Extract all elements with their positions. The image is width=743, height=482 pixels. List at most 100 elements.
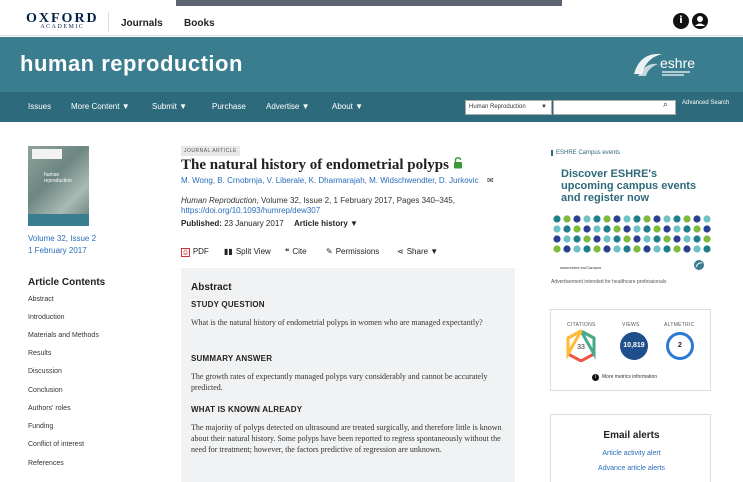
- issue-date[interactable]: 1 February 2017: [28, 245, 96, 257]
- oxford-academic-logo[interactable]: OXFORD ACADEMIC: [26, 12, 99, 31]
- ad-dot: [633, 245, 641, 253]
- info-icon: i: [592, 374, 599, 381]
- ad-dot: [583, 225, 591, 233]
- contents-item-results[interactable]: Results: [28, 350, 51, 357]
- ad-dot: [563, 235, 571, 243]
- citation-details: , Volume 32, Issue 2, 1 February 2017, P…: [256, 196, 455, 205]
- ad-dot: [593, 225, 601, 233]
- published-date: 23 January 2017: [224, 219, 284, 228]
- ad-dot: [663, 225, 671, 233]
- study-question-heading: STUDY QUESTION: [191, 300, 265, 309]
- journal-cover-image[interactable]: human reproduction: [28, 146, 89, 226]
- cite-icon: ❝: [285, 247, 290, 256]
- doi-link[interactable]: https://doi.org/10.1093/humrep/dew307: [181, 206, 320, 215]
- mail-icon[interactable]: ✉: [487, 176, 494, 185]
- email-alerts-panel: Email alerts Article activity alert Adva…: [550, 414, 711, 482]
- ad-dot: [623, 245, 631, 253]
- eshre-campus-ad[interactable]: ESHRE Campus events Discover ESHRE's upc…: [548, 146, 711, 271]
- author-list[interactable]: M. Wong, B. Crnobrnja, V. Liberale, K. D…: [181, 176, 478, 185]
- contents-item-conclusion[interactable]: Conclusion: [28, 387, 63, 394]
- known-already-heading: WHAT IS KNOWN ALREADY: [191, 405, 303, 414]
- nav-more-content[interactable]: More Content ▼: [71, 102, 130, 111]
- ad-dot: [643, 215, 651, 223]
- permissions-button[interactable]: ✎ Permissions: [326, 247, 379, 256]
- ad-dot: [593, 245, 601, 253]
- nav-journals[interactable]: Journals: [121, 18, 163, 29]
- contents-item-authors-roles[interactable]: Authors' roles: [28, 405, 71, 412]
- article-contents-heading: Article Contents: [28, 277, 106, 288]
- email-alerts-heading: Email alerts: [603, 430, 660, 441]
- ad-dot: [613, 215, 621, 223]
- contents-item-references[interactable]: References: [28, 460, 64, 467]
- ad-dot: [703, 235, 711, 243]
- more-metrics-link[interactable]: i More metrics information: [592, 374, 657, 381]
- pdf-icon: ⎙: [181, 248, 190, 257]
- search-input[interactable]: [553, 100, 676, 115]
- split-view-button[interactable]: ▮▮ Split View: [224, 247, 271, 256]
- nav-submit[interactable]: Submit ▼: [152, 102, 187, 111]
- ad-label: ESHRE Campus events: [551, 150, 620, 156]
- ad-dot: [583, 235, 591, 243]
- ad-dot: [583, 245, 591, 253]
- contents-item-conflict[interactable]: Conflict of interest: [28, 441, 84, 448]
- contents-item-introduction[interactable]: Introduction: [28, 314, 65, 321]
- nav-advertise[interactable]: Advertise ▼: [266, 102, 310, 111]
- ad-dot: [693, 245, 701, 253]
- nav-about[interactable]: About ▼: [332, 102, 363, 111]
- ad-dot: [693, 235, 701, 243]
- ad-dot: [593, 235, 601, 243]
- search-scope-select[interactable]: Human Reproduction ▼: [465, 100, 552, 115]
- article-type-badge: JOURNAL ARTICLE: [181, 146, 240, 156]
- nav-books[interactable]: Books: [184, 18, 215, 29]
- nav-issues[interactable]: Issues: [28, 102, 51, 111]
- ad-dot: [613, 225, 621, 233]
- ad-dot: [553, 215, 561, 223]
- user-account-icon[interactable]: [692, 13, 708, 29]
- cite-button[interactable]: ❝ Cite: [285, 247, 307, 256]
- ad-dot: [583, 215, 591, 223]
- ad-dot: [673, 245, 681, 253]
- contents-item-funding[interactable]: Funding: [28, 423, 53, 430]
- ad-dot: [653, 235, 661, 243]
- split-view-icon: ▮▮: [224, 247, 233, 256]
- ad-dot: [603, 215, 611, 223]
- journal-title[interactable]: human reproduction: [20, 51, 243, 77]
- published-label: Published:: [181, 219, 222, 228]
- eshre-logo-icon[interactable]: eshre: [632, 48, 707, 80]
- ad-dot: [653, 215, 661, 223]
- altmetric-badge[interactable]: 2: [666, 332, 694, 360]
- ad-dot: [613, 245, 621, 253]
- advance-article-alerts-link[interactable]: Advance article alerts: [551, 465, 712, 472]
- article-activity-alert-link[interactable]: Article activity alert: [551, 450, 712, 457]
- ad-dot: [663, 235, 671, 243]
- contents-item-discussion[interactable]: Discussion: [28, 368, 62, 375]
- ad-dot: [553, 235, 561, 243]
- article-title: The natural history of endometrial polyp…: [181, 157, 449, 173]
- search-icon[interactable]: ⌕: [663, 100, 668, 110]
- info-icon[interactable]: i: [673, 13, 689, 29]
- volume-link[interactable]: Volume 32, Issue 2: [28, 233, 96, 245]
- ad-dot: [643, 225, 651, 233]
- issue-info[interactable]: Volume 32, Issue 2 1 February 2017: [28, 233, 96, 257]
- views-count[interactable]: 10,819: [620, 332, 648, 360]
- ad-dot: [623, 225, 631, 233]
- eshre-logo-text: eshre: [660, 55, 695, 71]
- search-scope-value: Human Reproduction: [469, 104, 526, 110]
- ad-dot: [653, 225, 661, 233]
- ad-dot: [653, 245, 661, 253]
- ad-dot: [553, 245, 561, 253]
- article-history-toggle[interactable]: Article history ▼: [294, 219, 358, 228]
- nav-purchase[interactable]: Purchase: [212, 102, 246, 111]
- ad-dot: [563, 215, 571, 223]
- contents-item-methods[interactable]: Materials and Methods: [28, 332, 99, 339]
- permissions-icon: ✎: [326, 247, 333, 256]
- pdf-button[interactable]: ⎙ PDF: [181, 247, 209, 257]
- share-button[interactable]: ⋖ Share ▼: [397, 247, 438, 256]
- advanced-search-link[interactable]: Advanced Search: [682, 100, 729, 107]
- ad-dot: [703, 225, 711, 233]
- citations-donut-icon[interactable]: 33: [565, 330, 597, 362]
- contents-item-abstract[interactable]: Abstract: [28, 296, 54, 303]
- ad-dot: [563, 245, 571, 253]
- eshre-small-logo-icon: [694, 260, 704, 270]
- ad-dot: [553, 225, 561, 233]
